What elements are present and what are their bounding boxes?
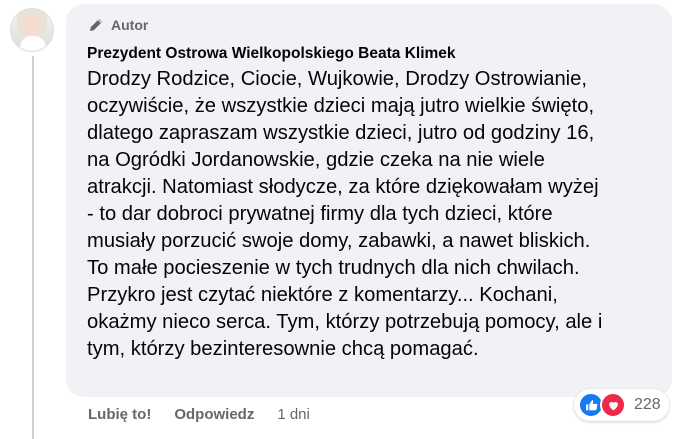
author-badge-label: Autor [111, 17, 149, 33]
comment-line: Drodzy Rodzice, Ciocie, Wujkowie, Drodzy… [87, 68, 587, 90]
love-icon [600, 392, 626, 418]
comment-text: Drodzy Rodzice, Ciocie, Wujkowie, Drodzy… [87, 66, 656, 363]
comment-line: Przykro jest czytać niektóre z komentarz… [87, 284, 558, 306]
comment-actions: Lubię to! Odpowiedz 1 dni [88, 406, 310, 423]
author-badge: Autor [87, 13, 656, 37]
comment-line: dlatego zapraszam wszystkie dzieci, jutr… [87, 122, 595, 144]
comment-line: musiały porzucić swoje domy, zabawki, a … [87, 230, 591, 252]
comment-author[interactable]: Prezydent Ostrowa Wielkopolskiego Beata … [87, 44, 656, 64]
reaction-count: 228 [634, 396, 661, 413]
comment-line: - to dar dobroci prywatnej firmy dla tyc… [87, 203, 553, 225]
avatar[interactable] [10, 8, 54, 52]
thread-line [32, 56, 34, 439]
comment-line: tym, którzy bezinteresownie chcą pomagać… [87, 338, 479, 360]
reply-button[interactable]: Odpowiedz [174, 406, 254, 423]
comment-timestamp[interactable]: 1 dni [277, 406, 310, 423]
like-button[interactable]: Lubię to! [88, 406, 151, 423]
comment-bubble: Autor Prezydent Ostrowa Wielkopolskiego … [66, 4, 672, 397]
comment-line: okażmy nieco serca. Tym, którzy potrzebu… [87, 311, 603, 333]
pencil-icon [90, 19, 102, 31]
reactions-summary[interactable]: 228 [574, 389, 669, 421]
comment-line: oczywiście, że wszystkie dzieci mają jut… [87, 95, 595, 117]
comment-line: atrakcji. Natomiast słodycze, za które d… [87, 176, 599, 198]
comment-line: To małe pocieszenie w tych trudnych dla … [87, 257, 580, 279]
comment-line: na Ogródki Jordanowskie, gdzie czeka na … [87, 149, 545, 171]
